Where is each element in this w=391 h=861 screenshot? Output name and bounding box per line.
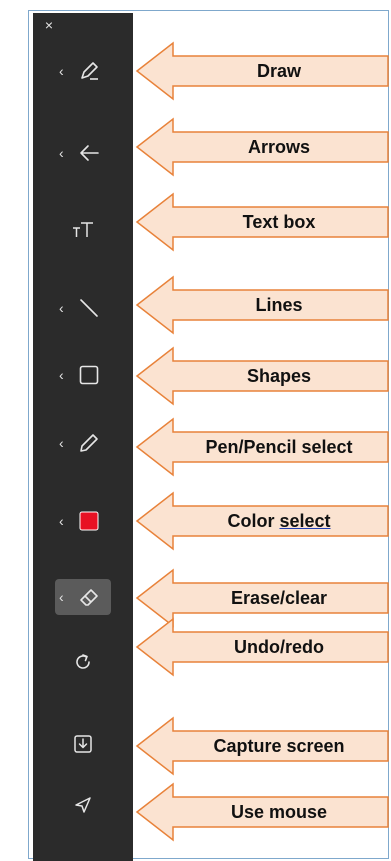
text-size-icon xyxy=(73,222,93,237)
cursor-icon xyxy=(75,797,91,813)
redo-icon xyxy=(76,654,90,669)
callout-lines: Lines xyxy=(135,275,390,335)
undo-redo-tool-button[interactable] xyxy=(55,644,111,680)
text-box-tool-button[interactable] xyxy=(55,212,111,248)
callout-label: Arrows xyxy=(247,136,310,157)
color-swatch-icon xyxy=(79,511,99,531)
callout-label: Undo/redo xyxy=(234,636,324,657)
callout-undo-redo: Undo/redo xyxy=(135,617,390,677)
callout-label: Pen/Pencil select xyxy=(205,436,353,457)
callout-label: Text box xyxy=(242,211,316,232)
callout-label: Capture screen xyxy=(213,735,345,756)
chevron-left-icon[interactable]: ‹ xyxy=(59,514,64,528)
pen-icon xyxy=(81,62,98,80)
lines-tool-button[interactable]: ‹ xyxy=(55,290,111,326)
callout-capture-screen: Capture screen xyxy=(135,716,390,776)
chevron-left-icon[interactable]: ‹ xyxy=(59,146,64,160)
shapes-tool-button[interactable]: ‹ xyxy=(55,357,111,393)
callout-arrows: Arrows xyxy=(135,117,390,177)
callout-label: Color select xyxy=(172,492,386,550)
eraser-icon xyxy=(80,589,98,606)
pencil-icon xyxy=(80,434,98,452)
arrows-tool-button[interactable]: ‹ xyxy=(55,135,111,171)
callout-draw: Draw xyxy=(135,41,390,101)
chevron-left-icon[interactable]: ‹ xyxy=(59,590,64,604)
callout-text-box: Text box xyxy=(135,192,390,252)
line-icon xyxy=(80,299,98,317)
callout-label-underlined: select xyxy=(279,510,331,531)
chevron-left-icon[interactable]: ‹ xyxy=(59,436,64,450)
callout-label: Use mouse xyxy=(230,801,328,822)
close-icon[interactable]: × xyxy=(42,18,56,32)
callout-label-prefix: Color xyxy=(227,510,280,531)
callout-pen-pencil-select: Pen/Pencil select xyxy=(135,417,390,477)
draw-tool-button[interactable]: ‹ xyxy=(55,53,111,89)
square-icon xyxy=(79,365,99,385)
capture-tool-button[interactable] xyxy=(55,726,111,762)
chevron-left-icon[interactable]: ‹ xyxy=(59,64,64,78)
callout-use-mouse: Use mouse xyxy=(135,782,390,842)
arrow-left-icon xyxy=(80,145,99,161)
callout-color-select: Color select xyxy=(135,491,390,551)
chevron-left-icon[interactable]: ‹ xyxy=(59,368,64,382)
mouse-tool-button[interactable] xyxy=(55,787,111,823)
callout-label: Draw xyxy=(256,60,301,81)
callout-label: Lines xyxy=(255,294,303,315)
download-icon xyxy=(74,735,92,753)
callout-shapes: Shapes xyxy=(135,346,390,406)
color-tool-button[interactable]: ‹ xyxy=(55,503,111,539)
eraser-tool-button[interactable]: ‹ xyxy=(55,579,111,615)
pen-pencil-tool-button[interactable]: ‹ xyxy=(55,425,111,461)
callout-label: Shapes xyxy=(246,365,312,386)
chevron-left-icon[interactable]: ‹ xyxy=(59,301,64,315)
